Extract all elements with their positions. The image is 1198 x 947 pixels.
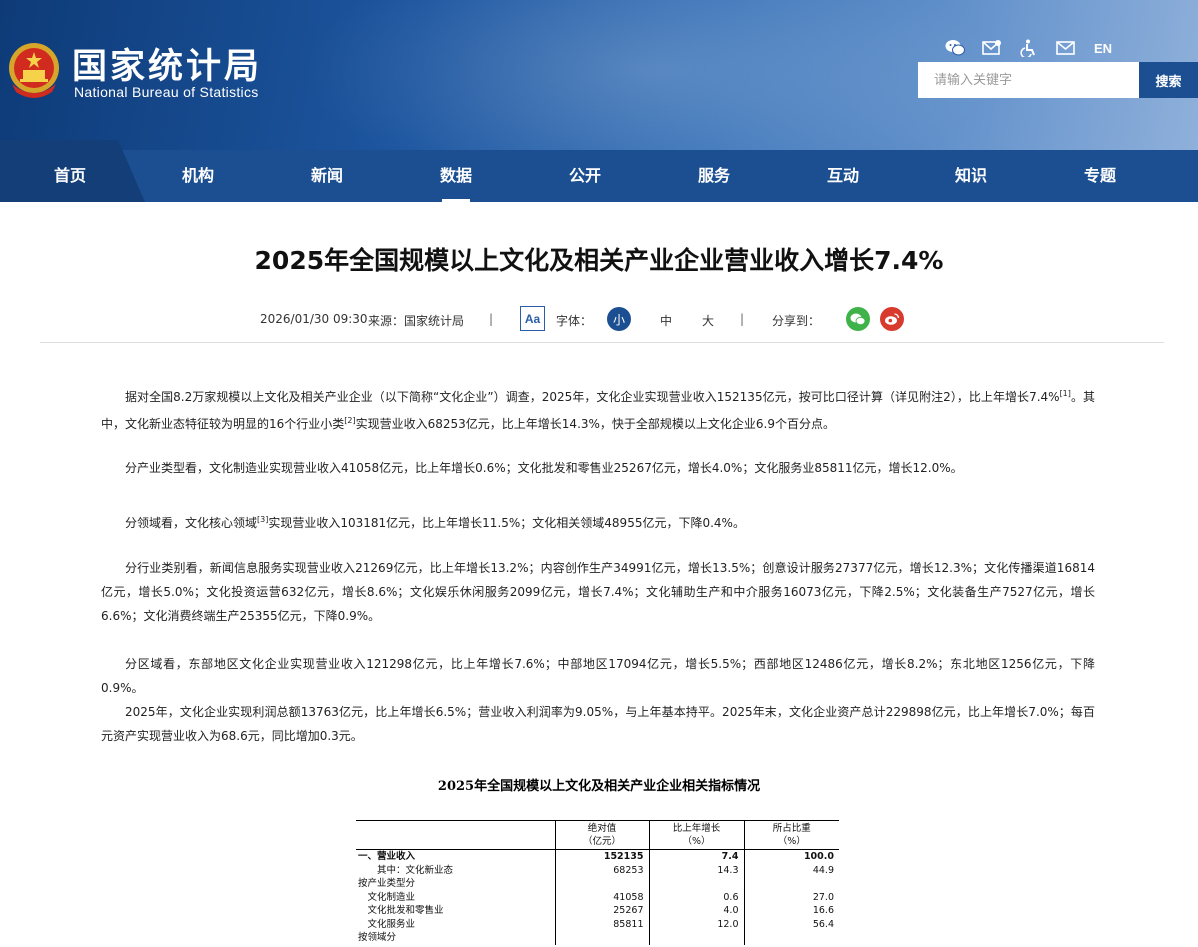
table-header-absolute: 绝对值 （亿元）: [554, 820, 649, 850]
indicator-table: 绝对值 （亿元） 比上年增长 （%） 所占比重 （%） 一、营业收入 152135 7.4…: [356, 820, 839, 945]
nav-item-data[interactable]: 数据: [406, 150, 506, 202]
share-label: 分享到：: [772, 314, 821, 328]
table-header-row: 绝对值 （亿元） 比上年增长 （%） 所占比重 （%）: [356, 820, 839, 850]
article-paragraph: 分产业类型看，文化制造业实现营业收入41058亿元，比上年增长0.6%；文化批发…: [125, 461, 963, 475]
table-row: 文化服务业 85811 12.0 56.4: [356, 917, 839, 931]
site-logo-text[interactable]: 国家统计局: [72, 38, 262, 89]
table-row: 按产业类型分: [356, 877, 839, 891]
nav-item-news[interactable]: 新闻: [277, 150, 377, 202]
message-icon[interactable]: [981, 37, 1003, 59]
nav-item-interaction[interactable]: 互动: [793, 150, 893, 202]
font-size-icon: Aa: [520, 306, 545, 331]
table-row: 其中：文化新业态 68253 14.3 44.9: [356, 863, 839, 877]
national-emblem-icon[interactable]: [6, 40, 62, 100]
article-paragraph: 2025年，文化企业实现利润总额13763亿元，比上年增长6.5%；营业收入利润…: [101, 705, 1095, 743]
font-size-medium-button[interactable]: 中: [660, 312, 672, 329]
font-size-large-button[interactable]: 大: [702, 312, 714, 329]
font-size-label: 字体：: [556, 314, 593, 328]
site-header: 国家统计局 National Bureau of Statistics EN 搜…: [0, 0, 1198, 150]
meta-separator: |: [489, 312, 494, 326]
article-source: 来源：国家统计局: [368, 314, 465, 328]
wechat-share-icon[interactable]: [846, 307, 870, 331]
search-input[interactable]: [918, 62, 1139, 98]
table-header-item: [356, 820, 555, 850]
table-row: 按领域分: [356, 931, 839, 945]
font-size-small-button[interactable]: 小: [607, 307, 631, 331]
wechat-icon[interactable]: [944, 37, 966, 59]
nav-item-home[interactable]: 首页: [20, 150, 120, 202]
article-paragraph: 分区域看，东部地区文化企业实现营业收入121298亿元，比上年增长7.6%；中部…: [101, 657, 1095, 695]
search-button[interactable]: 搜索: [1139, 62, 1198, 98]
publish-date: 2026/01/30 09:30: [260, 312, 368, 326]
mail-icon[interactable]: [1055, 37, 1077, 59]
weibo-share-icon[interactable]: [880, 307, 904, 331]
table-row: 文化批发和零售业 25267 4.0 16.6: [356, 904, 839, 918]
article-title: 2025年全国规模以上文化及相关产业企业营业收入增长7.4%: [254, 246, 944, 275]
header-glow: [300, 0, 1000, 150]
english-link[interactable]: EN: [1094, 41, 1112, 56]
table-row: 文化制造业 41058 0.6 27.0: [356, 890, 839, 904]
nav-item-public[interactable]: 公开: [535, 150, 635, 202]
article-paragraph: 分领域看，文化核心领域[3]实现营业收入103181亿元，比上年增长11.5%；…: [125, 515, 745, 530]
table-header-share: 所占比重 （%）: [743, 820, 839, 850]
nav-item-service[interactable]: 服务: [664, 150, 764, 202]
article-paragraph: 据对全国8.2万家规模以上文化及相关产业企业（以下简称“文化企业”）调查，202…: [101, 389, 1095, 431]
nav-item-topics[interactable]: 专题: [1050, 150, 1150, 202]
table-row: 一、营业收入 152135 7.4 100.0: [356, 849, 839, 864]
nav-item-knowledge[interactable]: 知识: [921, 150, 1021, 202]
header-tools: EN: [944, 37, 1112, 59]
table-title: 2025年全国规模以上文化及相关产业企业相关指标情况: [437, 779, 761, 794]
meta-separator: |: [740, 312, 745, 326]
nav-item-organization[interactable]: 机构: [148, 150, 248, 202]
article-meta: 2026/01/30 09:30 来源：国家统计局 | Aa 字体： 小 中 大…: [0, 306, 1198, 332]
table-header-growth: 比上年增长 （%）: [648, 820, 744, 850]
accessibility-icon[interactable]: [1018, 37, 1040, 59]
site-logo-english: National Bureau of Statistics: [74, 84, 259, 100]
meta-divider: [40, 342, 1164, 343]
article-paragraph: 分行业类别看，新闻信息服务实现营业收入21269亿元，比上年增长13.2%；内容…: [101, 561, 1095, 623]
